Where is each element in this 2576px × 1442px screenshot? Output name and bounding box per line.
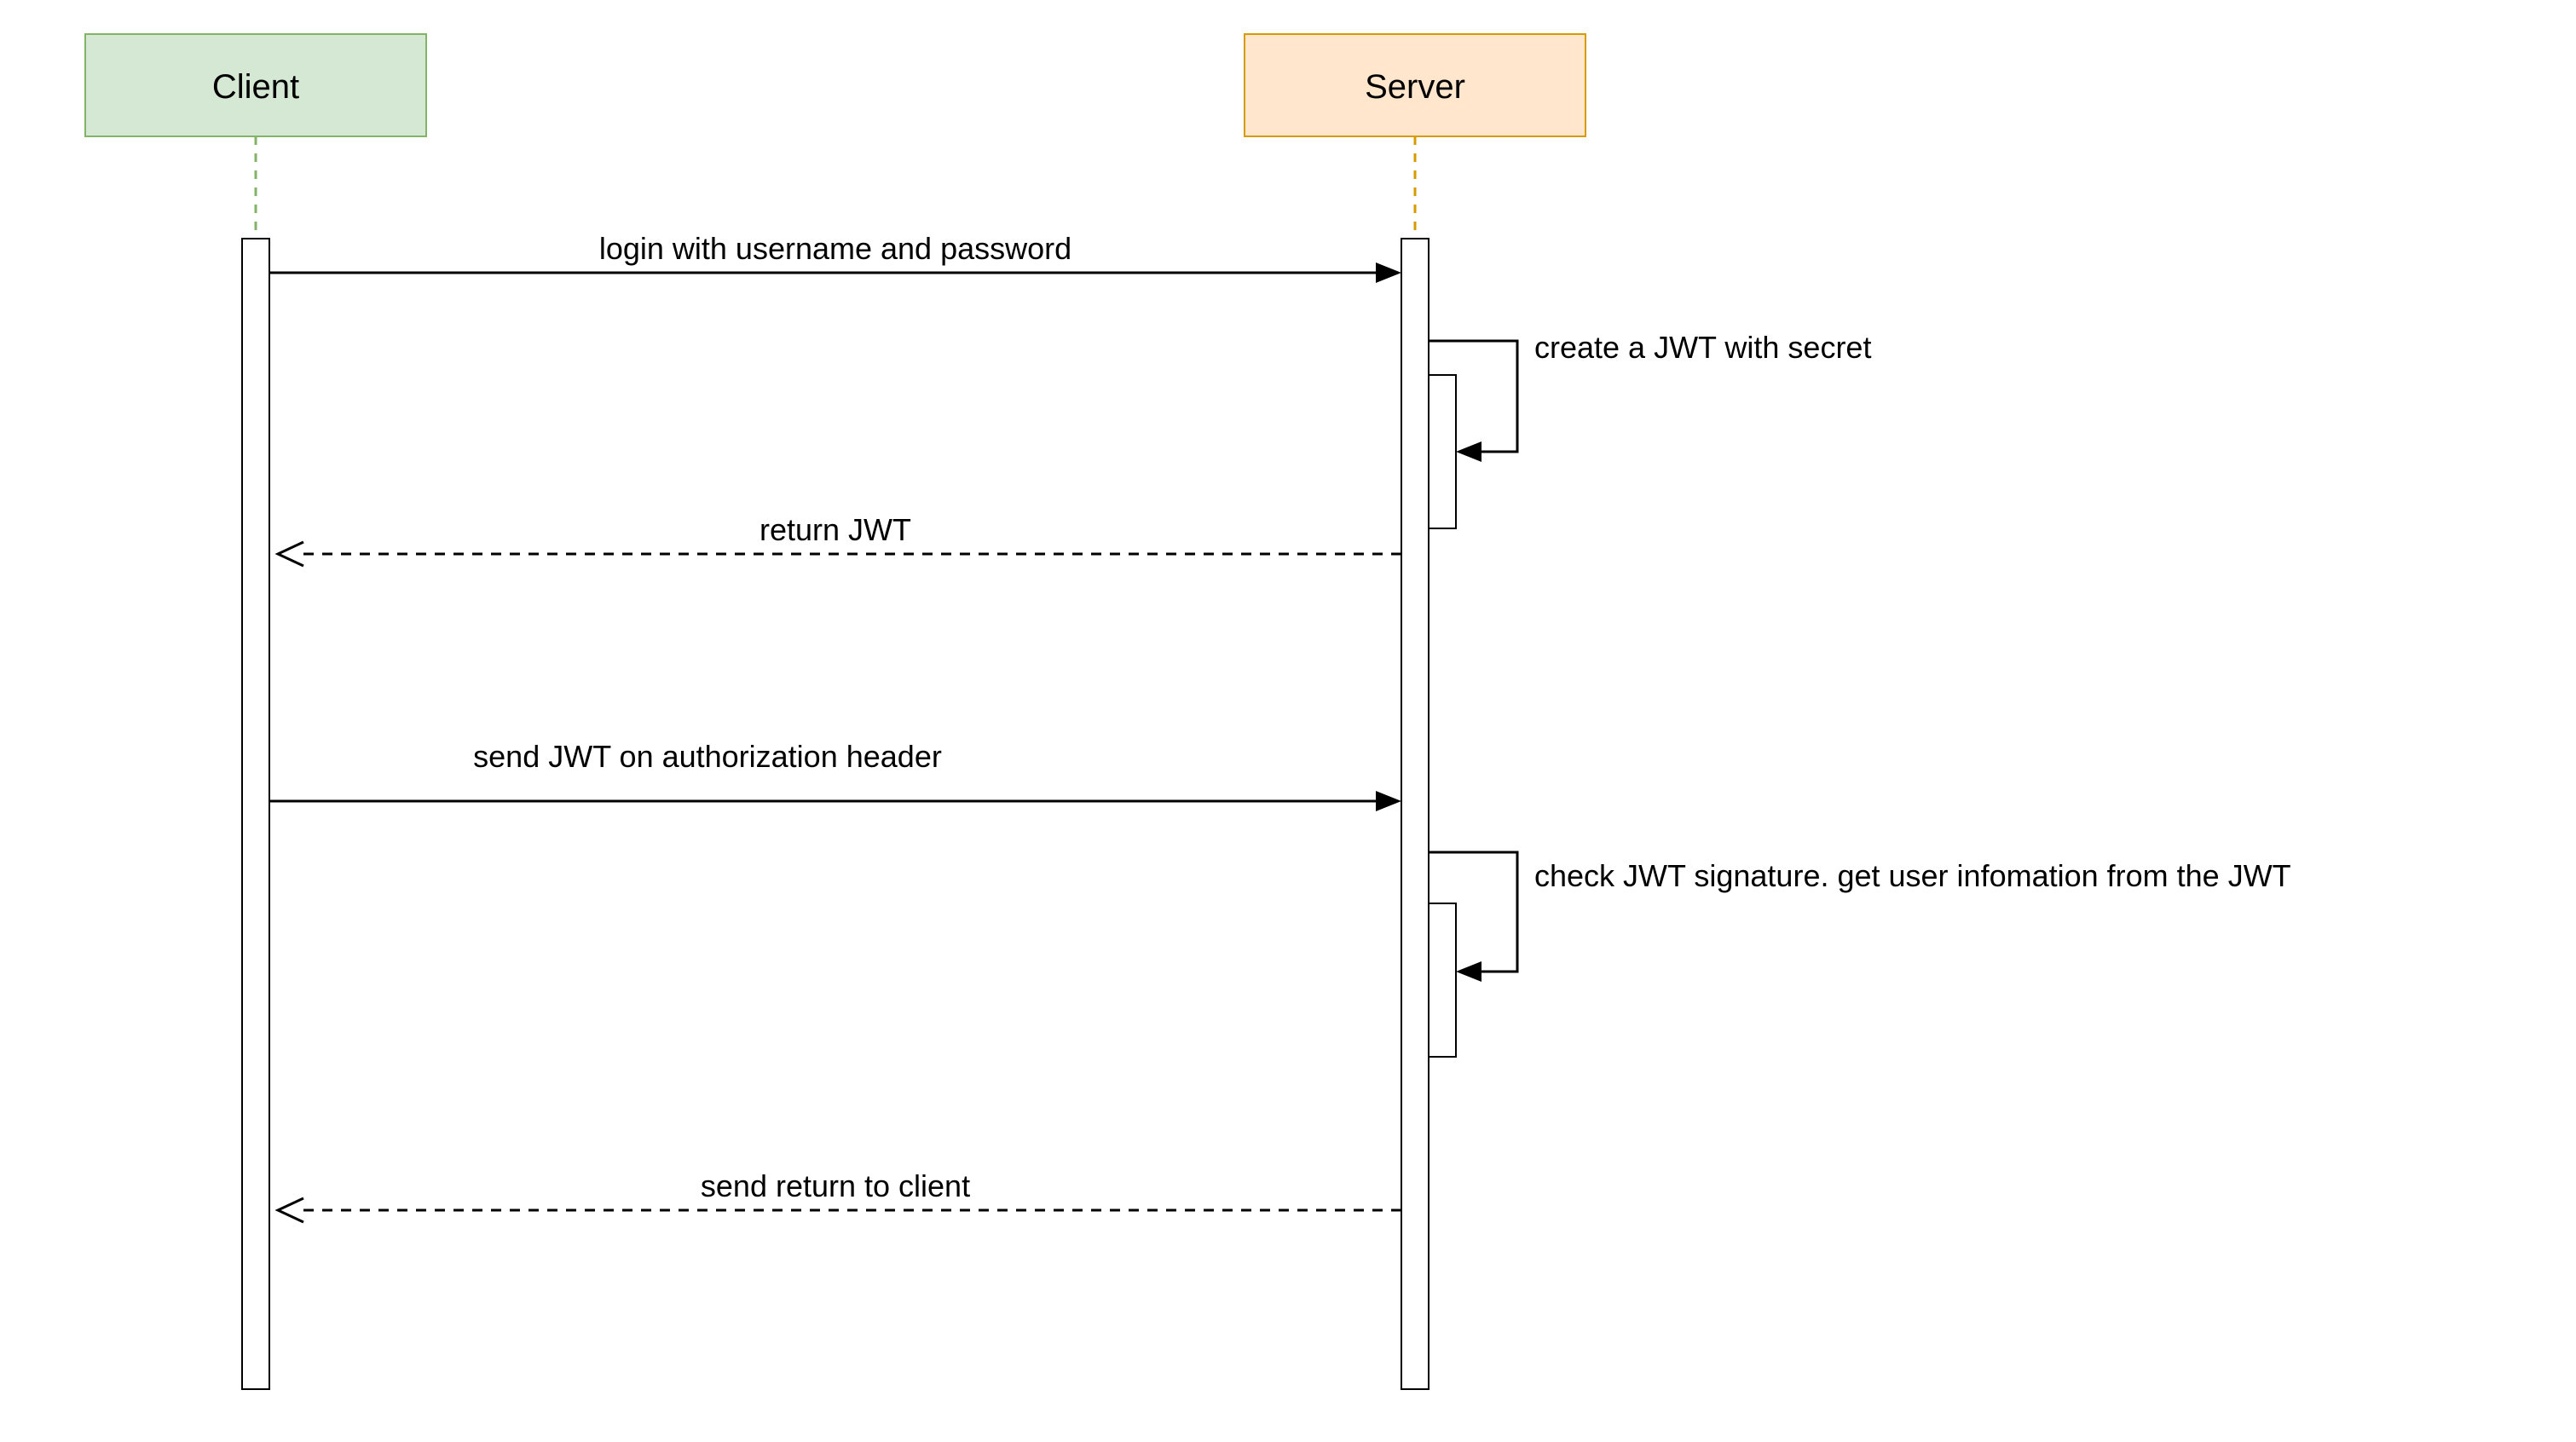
message-send-return-label: send return to client bbox=[701, 1168, 970, 1203]
activation-server-self-1 bbox=[1429, 375, 1456, 528]
actor-server-label: Server bbox=[1365, 68, 1465, 106]
actor-client: Client bbox=[85, 34, 426, 136]
message-check-jwt-label: check JWT signature. get user infomation… bbox=[1534, 858, 2291, 893]
message-login: login with username and password bbox=[269, 231, 1401, 283]
activation-server bbox=[1401, 239, 1429, 1389]
message-create-jwt-label: create a JWT with secret bbox=[1534, 330, 1871, 365]
activation-server-self-2 bbox=[1429, 903, 1456, 1057]
actor-client-label: Client bbox=[212, 68, 299, 106]
sequence-diagram: Client Server login with username and pa… bbox=[0, 0, 2576, 1442]
message-return-jwt: return JWT bbox=[278, 512, 1401, 566]
message-check-jwt: check JWT signature. get user infomation… bbox=[1429, 852, 2291, 982]
message-send-jwt-label: send JWT on authorization header bbox=[473, 739, 942, 774]
message-send-return: send return to client bbox=[278, 1168, 1401, 1222]
message-login-label: login with username and password bbox=[599, 231, 1071, 266]
message-return-jwt-label: return JWT bbox=[760, 512, 911, 547]
message-create-jwt: create a JWT with secret bbox=[1429, 330, 1871, 462]
actor-server: Server bbox=[1245, 34, 1585, 136]
activation-client bbox=[242, 239, 269, 1389]
message-send-jwt: send JWT on authorization header bbox=[269, 739, 1401, 811]
